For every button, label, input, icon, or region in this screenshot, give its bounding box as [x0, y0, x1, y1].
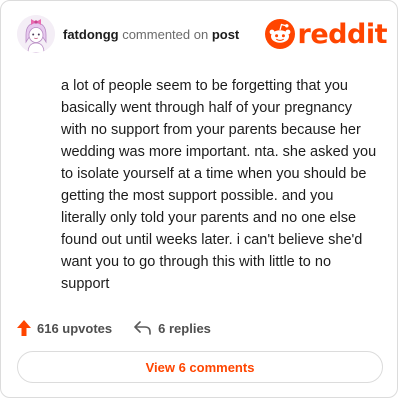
reddit-logo[interactable]: reddit: [264, 17, 388, 51]
view-comments-button[interactable]: View 6 comments: [17, 351, 383, 383]
upvote-arrow-icon: [17, 320, 31, 336]
replies-count: 6 replies: [158, 320, 211, 336]
snoo-icon: [264, 19, 295, 49]
post-link[interactable]: post: [212, 27, 239, 42]
upvotes-count: 616 upvotes: [37, 320, 113, 336]
byline: fatdongg commented on post: [63, 27, 239, 42]
logo-wordmark: reddit: [297, 18, 388, 50]
comment-body: a lot of people seem to be forgetting th…: [61, 78, 377, 292]
action-text: commented on: [118, 27, 212, 42]
avatar[interactable]: [17, 15, 55, 53]
replies-stat[interactable]: 6 replies: [134, 321, 211, 336]
username[interactable]: fatdongg: [63, 27, 119, 42]
upvotes-stat[interactable]: 616 upvotes: [17, 320, 112, 336]
comment-card: fatdongg commented on post reddit a lot …: [0, 0, 398, 398]
comment-stats: 616 upvotes 6 replies: [17, 317, 211, 339]
comment-header: fatdongg commented on post reddit: [17, 15, 388, 55]
reply-arrow-icon: [134, 321, 151, 335]
